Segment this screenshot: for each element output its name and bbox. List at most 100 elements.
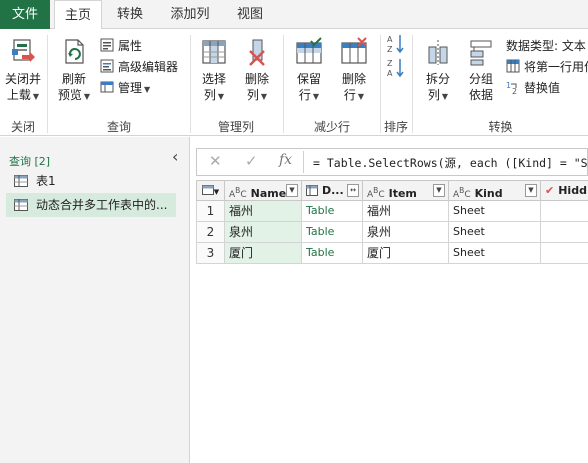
table-type-icon[interactable] — [306, 185, 318, 196]
close-and-load-button[interactable]: 关闭并 上载 ▼ — [2, 37, 44, 105]
remove-columns-label-2: 列 — [246, 88, 259, 102]
choose-columns-button[interactable]: 选择 列 ▼ — [194, 37, 234, 105]
group-by-label-2: 依据 — [468, 88, 493, 102]
refresh-icon — [65, 39, 84, 64]
sort-descending-button[interactable]: Z A — [384, 57, 408, 83]
query-item-selected[interactable]: 动态合并多工作表中的... — [6, 193, 176, 217]
table-cell[interactable]: Sheet — [449, 201, 541, 222]
manage-label: 管理 — [118, 81, 143, 95]
text-type-icon[interactable]: ABC — [229, 181, 247, 200]
tab-view[interactable]: 视图 — [228, 0, 272, 29]
chevron-down-icon: ▼ — [357, 92, 365, 101]
group-by-label-1: 分组 — [468, 72, 493, 86]
refresh-preview-button[interactable]: 刷新 预览 ▼ — [52, 37, 96, 105]
svg-text:A: A — [387, 35, 393, 44]
close-load-icon — [12, 39, 35, 62]
remove-columns-button[interactable]: 删除 列 ▼ — [237, 37, 277, 105]
replace-values-label: 替换值 — [524, 81, 561, 95]
table-cell[interactable]: 福州 — [225, 201, 302, 222]
chevron-down-icon: ▼ — [144, 85, 151, 94]
group-label-reduce-rows: 减少行 — [313, 120, 350, 134]
manage-icon — [100, 81, 114, 93]
svg-text:Z: Z — [387, 45, 393, 54]
table-cell[interactable]: 福州 — [363, 201, 449, 222]
filter-dropdown-icon[interactable]: ▼ — [433, 184, 445, 197]
refresh-label-2: 预览 — [57, 88, 82, 102]
keep-rows-button[interactable]: 保留 行 ▼ — [288, 37, 330, 105]
tab-file[interactable]: 文件 — [0, 0, 50, 29]
tab-add-column[interactable]: 添加列 — [162, 0, 218, 29]
query-item[interactable]: 表1 — [6, 169, 176, 193]
select-all-table-icon[interactable]: ▼ — [196, 180, 225, 201]
group-by-button[interactable]: 分组 依据 — [460, 37, 502, 103]
commit-formula-icon[interactable]: ✓ — [245, 152, 258, 170]
split-column-label-2: 列 — [427, 88, 440, 102]
table-cell[interactable] — [541, 243, 588, 264]
chevron-down-icon: ▼ — [32, 92, 40, 101]
row-number[interactable]: 3 — [196, 243, 225, 264]
collapse-pane-chevron-icon[interactable]: ‹ — [172, 147, 178, 166]
sort-ascending-button[interactable]: A Z — [384, 33, 408, 59]
table-link-cell[interactable]: Table — [302, 222, 363, 243]
table-cell[interactable]: Sheet — [449, 243, 541, 264]
remove-rows-icon — [341, 37, 367, 64]
properties-label: 属性 — [118, 39, 143, 53]
table-cell[interactable]: 厦门 — [363, 243, 449, 264]
manage-button[interactable]: 管理 ▼ — [100, 79, 150, 97]
remove-columns-icon — [249, 39, 265, 66]
chevron-down-icon: ▼ — [441, 92, 449, 101]
remove-rows-button[interactable]: 删除 行 ▼ — [333, 37, 375, 105]
filter-active-icon[interactable]: ▼ — [286, 184, 298, 197]
row-number[interactable]: 2 — [196, 222, 225, 243]
table-cell[interactable] — [541, 201, 588, 222]
remove-rows-label-2: 行 — [343, 88, 356, 102]
data-type-dropdown[interactable]: 数据类型: 文本 — [506, 37, 588, 55]
table-cell[interactable]: 泉州 — [363, 222, 449, 243]
column-header-kind[interactable]: ABC Kind ▼ — [449, 180, 541, 201]
query-item-label: 表1 — [36, 174, 56, 188]
properties-button[interactable]: 属性 — [100, 37, 142, 55]
tab-home[interactable]: 主页 — [54, 0, 102, 30]
split-column-button[interactable]: 拆分 列 ▼ — [418, 37, 458, 105]
table-link-cell[interactable]: Table — [302, 201, 363, 222]
text-type-icon[interactable]: ABC — [367, 181, 385, 200]
tab-transform[interactable]: 转换 — [108, 0, 152, 29]
chevron-down-icon: ▼ — [217, 92, 225, 101]
expand-column-icon[interactable]: ↔ — [347, 184, 359, 197]
queries-pane-title: 查询 [2] — [9, 155, 51, 168]
replace-values-button[interactable]: 1 2 替换值 — [506, 79, 560, 97]
query-item-label: 动态合并多工作表中的... — [36, 198, 168, 212]
column-header-label: D... — [322, 184, 344, 197]
column-header-label: Item — [388, 187, 417, 200]
column-header-name[interactable]: ABC Name ▼ — [225, 180, 302, 201]
choose-columns-icon — [202, 40, 226, 64]
logical-type-icon[interactable]: ✔ — [545, 181, 554, 200]
table-cell[interactable]: 厦门 — [225, 243, 302, 264]
ribbon-tab-bar: 文件 主页 转换 添加列 视图 — [0, 0, 588, 30]
group-label-close: 关闭 — [10, 120, 35, 134]
table-link-cell[interactable]: Table — [302, 243, 363, 264]
row-number[interactable]: 1 — [196, 201, 225, 222]
choose-columns-label-1: 选择 — [201, 72, 226, 86]
refresh-label-1: 刷新 — [61, 72, 86, 86]
table-cell[interactable] — [541, 222, 588, 243]
table-cell[interactable]: 泉州 — [225, 222, 302, 243]
function-icon[interactable]: fx — [279, 152, 292, 168]
filter-active-icon[interactable]: ▼ — [525, 184, 537, 197]
use-first-row-headers-button[interactable]: 将第一行用作 — [506, 58, 588, 76]
column-header-hidden[interactable]: ✔ Hidd — [541, 180, 588, 201]
column-header-label: Kind — [474, 187, 503, 200]
table-cell[interactable]: Sheet — [449, 222, 541, 243]
cancel-formula-icon[interactable]: ✕ — [209, 152, 222, 170]
column-header-data[interactable]: D... ↔ — [302, 180, 363, 201]
text-type-icon[interactable]: ABC — [453, 181, 471, 200]
split-column-icon — [428, 40, 448, 65]
chevron-down-icon: ▼ — [260, 92, 268, 101]
table-icon — [14, 175, 28, 187]
sort-descending-icon: Z A — [387, 59, 404, 78]
formula-input[interactable]: = Table.SelectRows(源, each ([Kind] = "Sh — [313, 155, 588, 171]
chevron-down-icon: ▼ — [312, 92, 320, 101]
column-header-item[interactable]: ABC Item ▼ — [363, 180, 449, 201]
advanced-editor-button[interactable]: 高级编辑器 — [100, 58, 178, 76]
replace-values-icon: 12 — [506, 81, 517, 94]
